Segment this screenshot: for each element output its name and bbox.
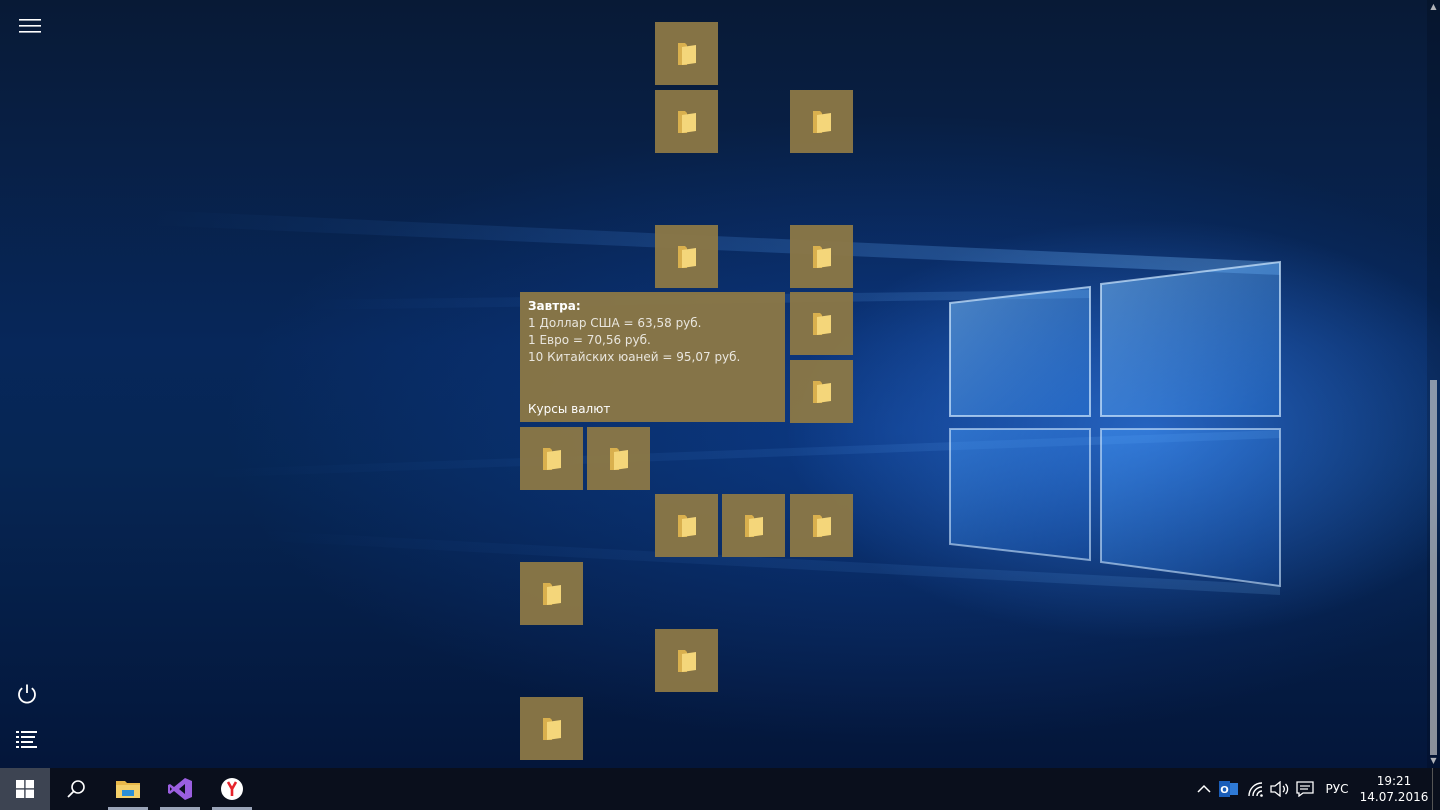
taskbar: O РУС 19:21 14.07.2016 — [0, 768, 1440, 810]
show-hidden-icons-button[interactable] — [1193, 768, 1215, 810]
folder-tile[interactable] — [587, 427, 650, 490]
tray-outlook[interactable]: O — [1217, 768, 1241, 810]
search-button[interactable] — [54, 768, 98, 810]
folder-icon — [542, 447, 561, 470]
folder-icon — [677, 649, 696, 672]
clock-date: 14.07.2016 — [1359, 790, 1429, 804]
visual-studio-icon — [168, 778, 192, 800]
tray-action-center[interactable] — [1293, 768, 1317, 810]
taskbar-yandex-browser[interactable] — [210, 768, 254, 810]
folder-icon — [677, 245, 696, 268]
taskbar-file-explorer[interactable] — [106, 768, 150, 810]
tray-volume[interactable] — [1268, 768, 1292, 810]
folder-icon — [609, 447, 628, 470]
wifi-icon — [1248, 782, 1263, 797]
scroll-thumb[interactable] — [1430, 380, 1437, 755]
action-center-icon — [1296, 781, 1314, 797]
folder-icon — [677, 514, 696, 537]
outlook-icon: O — [1219, 781, 1238, 797]
search-icon — [67, 780, 85, 798]
tray-network[interactable] — [1244, 768, 1268, 810]
folder-tile[interactable] — [722, 494, 785, 557]
folder-icon — [812, 380, 831, 403]
speaker-icon — [1270, 781, 1289, 797]
scroll-down-arrow[interactable]: ▼ — [1428, 756, 1439, 766]
svg-text:O: O — [1220, 785, 1229, 796]
taskbar-visual-studio[interactable] — [158, 768, 202, 810]
windows-logo-icon — [16, 780, 34, 798]
power-icon[interactable] — [7, 674, 47, 714]
tile-live-line-eur: 1 Евро = 70,56 руб. — [528, 333, 651, 347]
folder-tile[interactable] — [655, 22, 718, 85]
folder-tile[interactable] — [655, 90, 718, 153]
language-label: РУС — [1325, 782, 1349, 796]
folder-tile[interactable] — [790, 225, 853, 288]
list-icon[interactable] — [7, 719, 47, 759]
folder-tile[interactable] — [520, 427, 583, 490]
folder-tile[interactable] — [655, 494, 718, 557]
scroll-up-arrow[interactable]: ▲ — [1428, 2, 1439, 12]
folder-icon — [116, 781, 140, 798]
yandex-icon — [221, 778, 243, 800]
folder-tile[interactable] — [520, 562, 583, 625]
tile-name: Курсы валют — [528, 402, 611, 416]
folder-icon — [812, 312, 831, 335]
folder-tile[interactable] — [790, 292, 853, 355]
hamburger-icon[interactable] — [10, 6, 50, 46]
tile-live-heading: Завтра: — [528, 299, 581, 313]
folder-icon — [812, 245, 831, 268]
folder-icon — [677, 110, 696, 133]
folder-icon — [812, 110, 831, 133]
show-desktop-button[interactable] — [1432, 768, 1440, 810]
folder-icon — [542, 582, 561, 605]
folder-tile[interactable] — [655, 225, 718, 288]
tile-live-line-usd: 1 Доллар США = 63,58 руб. — [528, 316, 702, 330]
input-language-indicator[interactable]: РУС — [1320, 768, 1354, 810]
clock-time: 19:21 — [1376, 774, 1412, 788]
currency-rates-tile[interactable]: Завтра: 1 Доллар США = 63,58 руб. 1 Евро… — [520, 292, 785, 422]
system-clock[interactable]: 19:21 14.07.2016 — [1359, 768, 1429, 810]
tile-live-line-cny: 10 Китайских юаней = 95,07 руб. — [528, 350, 741, 364]
folder-icon — [812, 514, 831, 537]
folder-tile[interactable] — [790, 360, 853, 423]
folder-tile[interactable] — [655, 629, 718, 692]
chevron-up-icon — [1197, 784, 1211, 793]
folder-tile[interactable] — [790, 494, 853, 557]
folder-tile[interactable] — [520, 697, 583, 760]
folder-tile[interactable] — [790, 90, 853, 153]
start-button[interactable] — [0, 768, 50, 810]
start-scrollbar[interactable]: ▲ ▼ — [1427, 0, 1440, 768]
folder-icon — [677, 42, 696, 65]
folder-icon — [542, 717, 561, 740]
folder-icon — [744, 514, 763, 537]
